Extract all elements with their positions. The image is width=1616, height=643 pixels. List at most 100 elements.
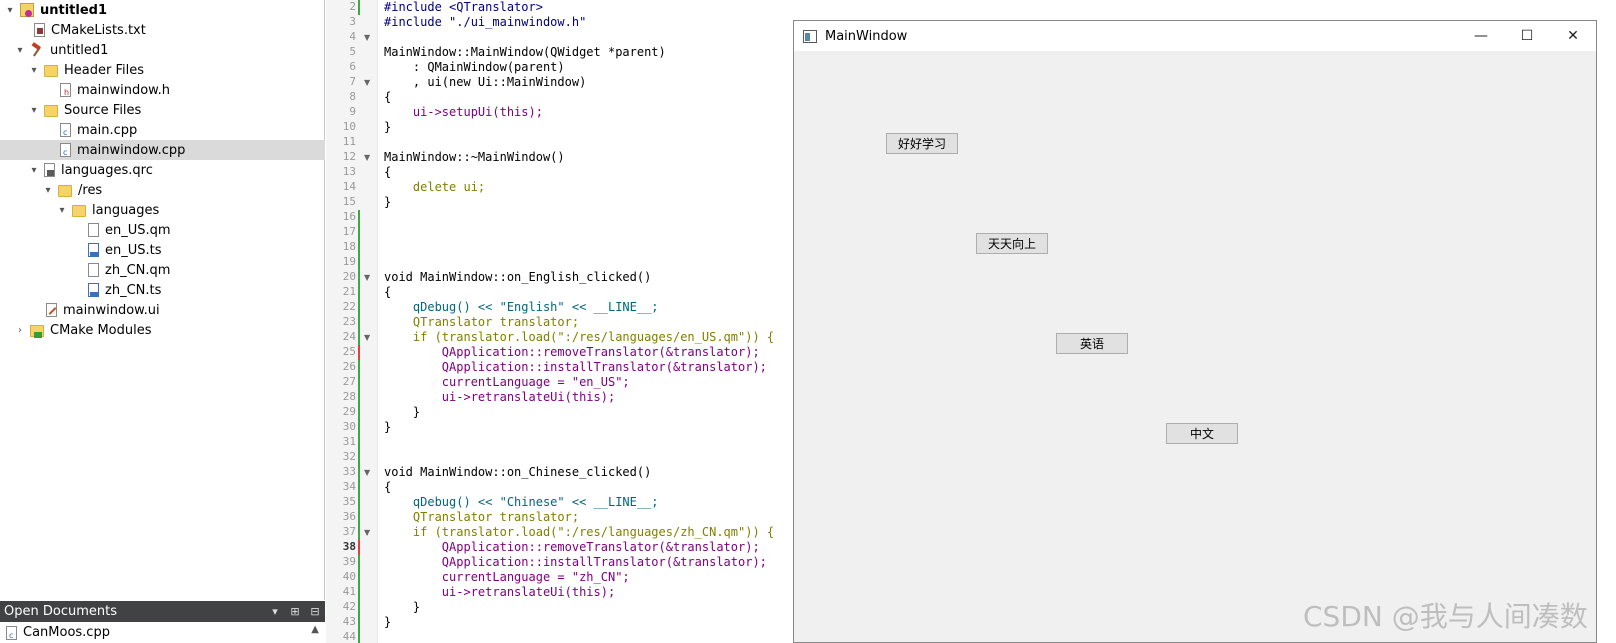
open-documents-list[interactable]: CanMoos.cpp ▲	[0, 622, 325, 643]
scroll-up-icon[interactable]: ▲	[311, 624, 319, 635]
fold-marker-icon[interactable]: ▼	[364, 75, 372, 90]
code-line: }	[384, 600, 421, 614]
cpp-file-icon	[60, 123, 71, 137]
tree-item-mainwindow-ui[interactable]: mainwindow.ui	[0, 300, 325, 320]
change-marker	[358, 405, 360, 420]
code-line: QTranslator translator;	[384, 315, 580, 329]
line-number: 23	[342, 315, 356, 328]
minimize-button[interactable]: —	[1458, 21, 1504, 51]
chevron-down-icon[interactable]: ▾	[42, 185, 54, 196]
change-marker	[358, 315, 360, 330]
line-number: 26	[342, 360, 356, 373]
tree-item-cmake-modules[interactable]: › CMake Modules	[0, 320, 325, 340]
line-number: 43	[342, 615, 356, 628]
change-marker	[358, 420, 360, 435]
cpp-file-icon	[6, 625, 17, 640]
dropdown-icon[interactable]: ▾	[265, 605, 285, 618]
fold-marker-icon[interactable]: ▼	[364, 150, 372, 165]
main-window-titlebar[interactable]: MainWindow — ☐ ✕	[794, 21, 1596, 51]
code-editor[interactable]: 2 3 4 ▼ 5 6 7 ▼ 8 9 10 11 12 ▼ 13 14 15 16 17 18 19 20 ▼ 21 22 23…	[326, 0, 790, 643]
english-button[interactable]: 英语	[1056, 333, 1128, 354]
study-hard-button[interactable]: 好好学习	[886, 133, 958, 154]
open-document-item[interactable]: CanMoos.cpp	[23, 625, 110, 640]
tree-item-main-cpp[interactable]: main.cpp	[0, 120, 325, 140]
line-number: 16	[342, 210, 356, 223]
open-documents-header: Open Documents ▾ ⊞ ⊟	[0, 601, 325, 622]
chevron-down-icon[interactable]: ▾	[4, 5, 16, 16]
hammer-icon	[30, 43, 44, 57]
chevron-down-icon[interactable]: ▾	[28, 165, 40, 176]
tree-item-mainwindow-h[interactable]: mainwindow.h	[0, 80, 325, 100]
change-marker	[358, 375, 360, 390]
change-marker	[358, 540, 360, 555]
change-marker	[358, 555, 360, 570]
change-marker	[358, 240, 360, 255]
code-line: }	[384, 195, 392, 209]
header-file-icon	[60, 83, 71, 97]
change-marker	[358, 435, 360, 450]
tree-item-project[interactable]: ▾ untitled1	[0, 0, 325, 20]
tree-item-languages-qrc[interactable]: ▾ languages.qrc	[0, 160, 325, 180]
change-marker	[358, 510, 360, 525]
tree-item-zh-cn-ts[interactable]: zh_CN.ts	[0, 280, 325, 300]
tree-item-res[interactable]: ▾ /res	[0, 180, 325, 200]
fold-marker-icon[interactable]: ▼	[364, 330, 372, 345]
qrc-file-icon	[44, 163, 55, 177]
maximize-button[interactable]: ☐	[1504, 21, 1550, 51]
tree-item-en-us-qm[interactable]: en_US.qm	[0, 220, 325, 240]
change-marker	[358, 360, 360, 375]
line-number: 15	[342, 195, 356, 208]
tree-item-header-files[interactable]: ▾ Header Files	[0, 60, 325, 80]
code-line: ui->setupUi(this);	[384, 105, 543, 119]
fold-marker-icon[interactable]: ▼	[364, 465, 372, 480]
close-pane-icon[interactable]: ⊟	[305, 605, 325, 618]
ts-file-icon	[88, 243, 99, 257]
main-window[interactable]: MainWindow — ☐ ✕ 好好学习 天天向上 英语 中文	[793, 20, 1597, 643]
tree-item-target[interactable]: ▾ untitled1	[0, 40, 325, 60]
line-number: 22	[342, 300, 356, 313]
tree-item-label: untitled1	[40, 2, 108, 18]
code-line: void MainWindow::on_Chinese_clicked()	[384, 465, 652, 479]
change-marker	[358, 390, 360, 405]
line-number: 36	[342, 510, 356, 523]
chevron-down-icon[interactable]: ▾	[56, 205, 68, 216]
tree-item-languages-folder[interactable]: ▾ languages	[0, 200, 325, 220]
day-day-up-button[interactable]: 天天向上	[976, 233, 1048, 254]
fold-marker-icon[interactable]: ▼	[364, 270, 372, 285]
chevron-right-icon[interactable]: ›	[14, 325, 26, 336]
project-tree[interactable]: ▾ untitled1 CMakeLists.txt ▾ untitled1 ▾…	[0, 0, 325, 600]
fold-marker-icon[interactable]: ▼	[364, 30, 372, 45]
folder-icon	[44, 65, 58, 77]
split-icon[interactable]: ⊞	[285, 605, 305, 618]
line-number: 8	[349, 90, 356, 103]
code-line: }	[384, 405, 421, 419]
chevron-down-icon[interactable]: ▾	[14, 45, 26, 56]
tree-item-mainwindow-cpp[interactable]: mainwindow.cpp	[0, 140, 325, 160]
line-number: 38	[342, 540, 356, 553]
code-line: {	[384, 285, 392, 299]
tree-item-label: languages.qrc	[61, 162, 153, 178]
chevron-down-icon[interactable]: ▾	[28, 105, 40, 116]
tree-item-label: zh_CN.ts	[105, 282, 162, 298]
tree-item-source-files[interactable]: ▾ Source Files	[0, 100, 325, 120]
tree-item-en-us-ts[interactable]: en_US.ts	[0, 240, 325, 260]
code-line: QApplication::removeTranslator(&translat…	[384, 540, 760, 554]
chinese-button[interactable]: 中文	[1166, 423, 1238, 444]
tree-item-label: mainwindow.cpp	[77, 142, 186, 158]
line-number: 19	[342, 255, 356, 268]
tree-item-cmakelists[interactable]: CMakeLists.txt	[0, 20, 325, 40]
tree-item-zh-cn-qm[interactable]: zh_CN.qm	[0, 260, 325, 280]
code-line: {	[384, 90, 392, 104]
change-marker	[358, 330, 360, 345]
code-line: qDebug() << "English" << __LINE__;	[384, 300, 659, 314]
close-button[interactable]: ✕	[1550, 21, 1596, 51]
tree-item-label: en_US.qm	[105, 222, 171, 238]
chevron-down-icon[interactable]: ▾	[28, 65, 40, 76]
line-number: 7	[349, 75, 356, 88]
change-marker	[358, 210, 360, 225]
fold-marker-icon[interactable]: ▼	[364, 525, 372, 540]
open-documents-title: Open Documents	[4, 604, 117, 619]
line-number: 18	[342, 240, 356, 253]
file-icon	[88, 223, 99, 237]
code-line: }	[384, 420, 392, 434]
